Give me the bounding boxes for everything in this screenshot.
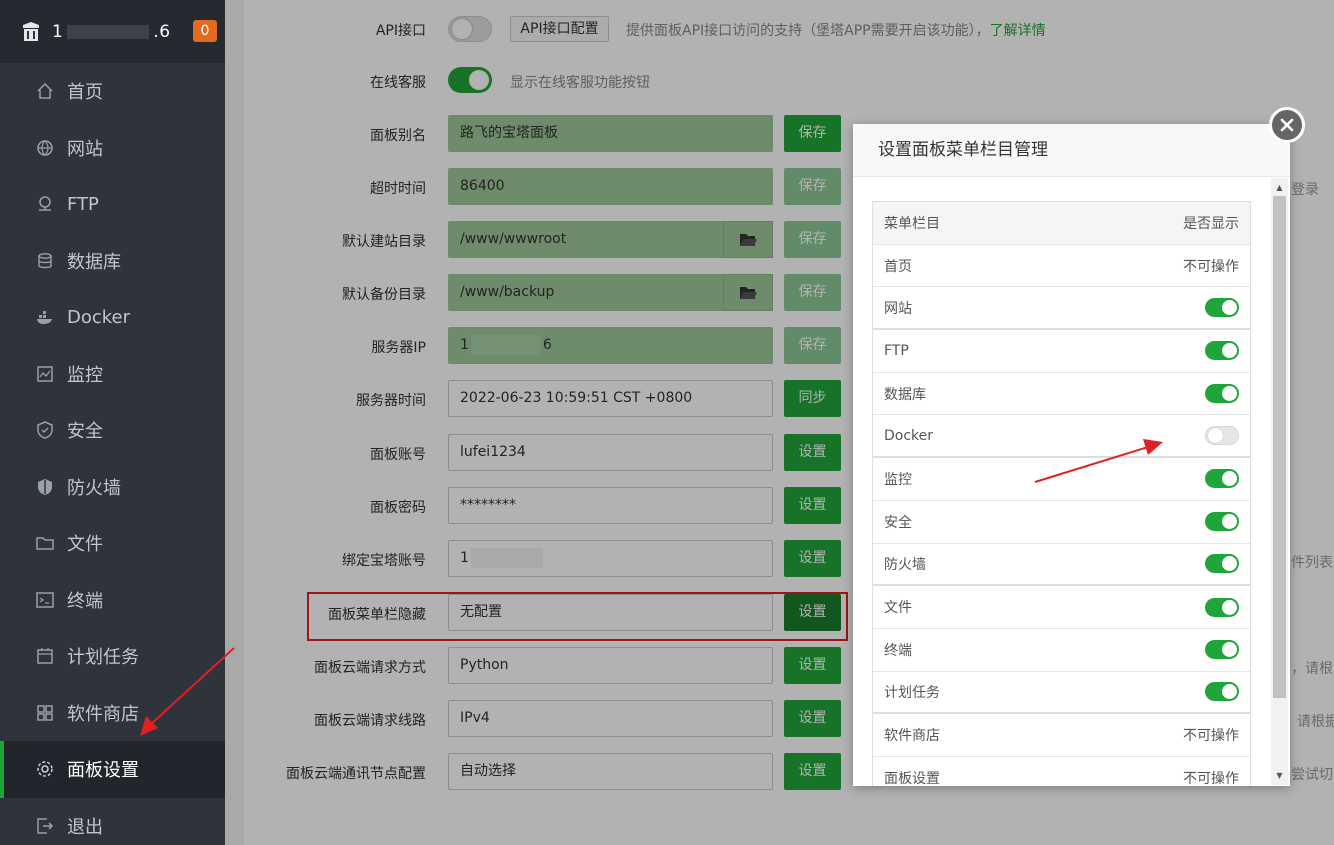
database-icon	[36, 252, 54, 270]
sidebar-item-9[interactable]: 终端	[0, 572, 225, 629]
not-operable-text: 不可操作	[1183, 770, 1239, 786]
sidebar-item-label: 退出	[67, 816, 103, 838]
table-row: 终端	[873, 629, 1250, 672]
sidebar-item-label: 计划任务	[67, 647, 139, 669]
table-row: 面板设置 不可操作	[873, 757, 1250, 786]
menu-name: 防火墙	[884, 556, 926, 573]
menu-toggle-4[interactable]	[1205, 426, 1239, 446]
table-row: 监控	[873, 458, 1250, 501]
sidebar-item-label: 终端	[67, 590, 103, 612]
ip-mask	[67, 24, 150, 39]
menu-name: 网站	[884, 300, 912, 317]
sidebar-item-label: FTP	[67, 193, 99, 215]
table-header: 菜单栏目 是否显示	[873, 202, 1250, 245]
sidebar-item-label: Docker	[67, 306, 131, 328]
col-show: 是否显示	[1183, 215, 1239, 232]
sidebar-item-label: 文件	[67, 534, 103, 556]
menu-name: 监控	[884, 471, 912, 488]
modal-scroll-thumb[interactable]	[1273, 196, 1286, 698]
table-row: 软件商店 不可操作	[873, 714, 1250, 757]
menu-name: 软件商店	[884, 728, 940, 745]
close-icon[interactable]	[1269, 107, 1305, 143]
sidebar-item-label: 安全	[67, 421, 103, 443]
ftp-icon	[36, 195, 54, 213]
col-menu: 菜单栏目	[884, 215, 940, 232]
sidebar-item-4[interactable]: Docker	[0, 289, 225, 346]
menu-name: 文件	[884, 600, 912, 617]
menu-toggle-7[interactable]	[1205, 554, 1239, 574]
menu-toggle-10[interactable]	[1205, 682, 1239, 702]
sidebar-item-label: 数据库	[67, 251, 121, 273]
menu-toggle-8[interactable]	[1205, 597, 1239, 617]
sidebar-item-label: 防火墙	[67, 477, 121, 499]
calendar-icon	[36, 647, 54, 665]
menu-toggle-9[interactable]	[1205, 640, 1239, 660]
sidebar: 1.6 0 首页网站 FTP 数据库 Docker 监控安全防火墙文件终端计划任务软件商…	[0, 0, 225, 845]
globe-icon	[36, 139, 54, 157]
bt-logo-icon	[20, 21, 42, 43]
menu-name: 终端	[884, 642, 912, 659]
table-row: FTP	[873, 330, 1250, 373]
table-row: 首页 不可操作	[873, 245, 1250, 288]
sidebar-item-label: 网站	[67, 138, 103, 160]
docker-icon	[36, 308, 54, 326]
table-row: 计划任务	[873, 672, 1250, 715]
menu-table: 菜单栏目 是否显示 首页 不可操作 网站 FTP 数据库 Docker 监控 安全 防火墙 文件终…	[872, 201, 1251, 786]
sidebar-item-8[interactable]: 文件	[0, 515, 225, 572]
sidebar-item-label: 首页	[67, 82, 103, 104]
sidebar-item-label: 面板设置	[67, 760, 139, 782]
home-icon	[36, 82, 54, 100]
sidebar-item-13[interactable]: 退出	[0, 798, 225, 845]
not-operable-text: 不可操作	[1183, 728, 1239, 745]
not-operable-text: 不可操作	[1183, 258, 1239, 275]
monitor-icon	[36, 365, 54, 383]
menu-name: 面板设置	[884, 770, 940, 786]
table-row: 防火墙	[873, 544, 1250, 587]
sidebar-item-12[interactable]: 面板设置	[0, 741, 225, 798]
menu-name: 计划任务	[884, 684, 940, 701]
logout-icon	[36, 817, 54, 835]
firewall-icon	[36, 478, 54, 496]
menu-name: FTP	[884, 342, 909, 359]
menu-toggle-5[interactable]	[1205, 469, 1239, 489]
sidebar-item-3[interactable]: 数据库	[0, 233, 225, 290]
sidebar-item-2[interactable]: FTP	[0, 176, 225, 233]
menu-toggle-2[interactable]	[1205, 341, 1239, 361]
shield-icon	[36, 421, 54, 440]
sidebar-item-0[interactable]: 首页	[0, 63, 225, 120]
scroll-down-icon[interactable]: ▼	[1271, 767, 1288, 784]
folder-icon	[36, 534, 54, 552]
sidebar-item-11[interactable]: 软件商店	[0, 685, 225, 742]
notification-badge[interactable]: 0	[193, 20, 217, 42]
menu-name: 数据库	[884, 386, 926, 403]
sidebar-item-7[interactable]: 防火墙	[0, 459, 225, 516]
terminal-icon	[36, 591, 54, 609]
menu-name: 首页	[884, 258, 912, 275]
grid-icon	[36, 704, 54, 722]
table-row: 文件	[873, 586, 1250, 629]
sidebar-item-5[interactable]: 监控	[0, 346, 225, 403]
menu-toggle-3[interactable]	[1205, 384, 1239, 404]
table-row: 网站	[873, 287, 1250, 331]
table-row: 数据库	[873, 373, 1250, 416]
sidebar-item-1[interactable]: 网站	[0, 120, 225, 177]
menu-toggle-6[interactable]	[1205, 512, 1239, 532]
gear-icon	[36, 760, 54, 778]
scroll-up-icon[interactable]: ▲	[1271, 179, 1288, 196]
sidebar-item-label: 监控	[67, 364, 103, 386]
sidebar-item-10[interactable]: 计划任务	[0, 628, 225, 685]
menu-name: Docker	[884, 427, 934, 444]
menu-toggle-1[interactable]	[1205, 298, 1239, 318]
sidebar-header: 1.6 0	[0, 0, 225, 63]
modal-title: 设置面板菜单栏目管理	[853, 124, 1290, 177]
table-row: Docker	[873, 415, 1250, 459]
menu-name: 安全	[884, 514, 912, 531]
table-row: 安全	[873, 501, 1250, 544]
server-ip: 1.6	[52, 21, 171, 42]
sidebar-item-label: 软件商店	[67, 703, 139, 725]
sidebar-item-6[interactable]: 安全	[0, 402, 225, 459]
